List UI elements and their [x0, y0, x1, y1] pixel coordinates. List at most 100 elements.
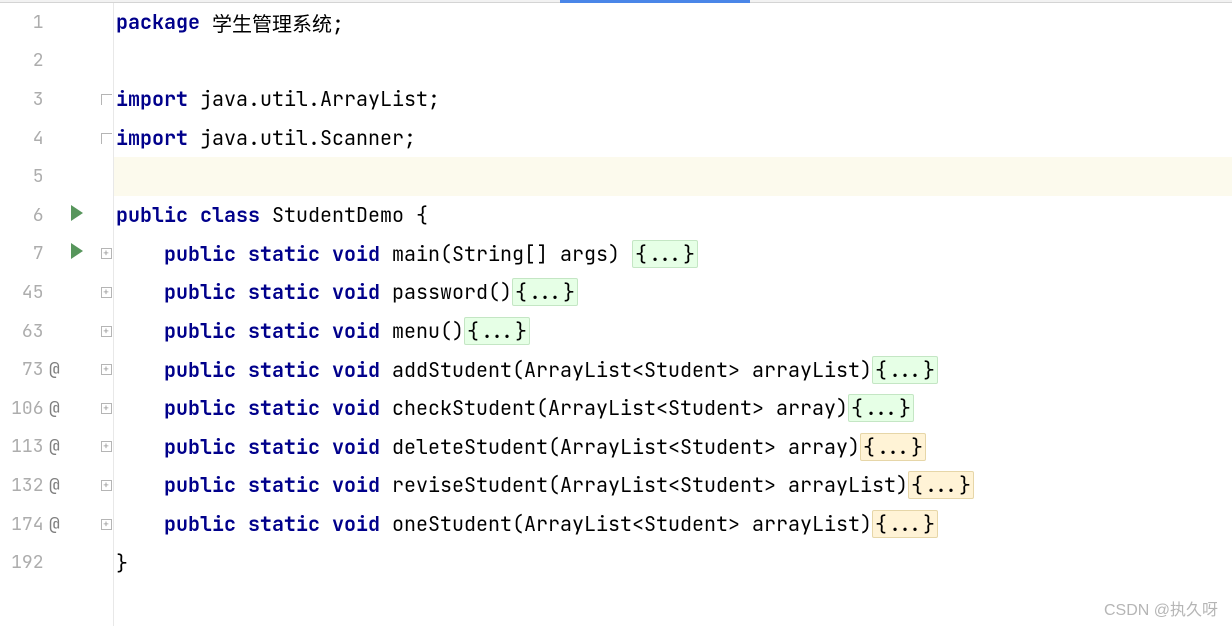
- code-line[interactable]: public static void password(){...}: [114, 273, 1232, 312]
- code-line[interactable]: public static void addStudent(ArrayList<…: [114, 350, 1232, 389]
- line-number: 192: [0, 551, 44, 574]
- code-line[interactable]: public static void oneStudent(ArrayList<…: [114, 505, 1232, 544]
- gutter-row[interactable]: 4: [0, 119, 89, 158]
- folded-region-modified[interactable]: {...}: [908, 471, 974, 499]
- fold-row[interactable]: +: [98, 350, 114, 389]
- line-number: 174: [0, 513, 44, 536]
- code-line[interactable]: public static void checkStudent(ArrayLis…: [114, 389, 1232, 428]
- line-number: 132: [0, 474, 44, 497]
- code-text: oneStudent(ArrayList<Student> arrayList): [392, 511, 872, 537]
- line-number: 113: [0, 435, 44, 458]
- line-number: 73: [0, 358, 44, 381]
- gutter-row[interactable]: 2: [0, 42, 89, 81]
- folded-region[interactable]: {...}: [464, 317, 530, 345]
- code-text: menu(): [392, 318, 464, 344]
- fold-row[interactable]: +: [98, 389, 114, 428]
- code-line[interactable]: [114, 157, 1232, 196]
- keyword: package: [116, 9, 212, 35]
- fold-row[interactable]: +: [98, 505, 114, 544]
- fold-row[interactable]: +: [98, 235, 114, 274]
- gutter-row[interactable]: 6: [0, 196, 89, 235]
- gutter-row[interactable]: 3: [0, 80, 89, 119]
- keyword: public static void: [164, 511, 392, 537]
- expand-icon[interactable]: +: [101, 519, 112, 530]
- collapse-icon[interactable]: [101, 133, 112, 144]
- expand-icon[interactable]: +: [101, 480, 112, 491]
- code-line[interactable]: public class StudentDemo {: [114, 196, 1232, 235]
- folded-region-modified[interactable]: {...}: [872, 510, 938, 538]
- folded-region[interactable]: {...}: [872, 356, 938, 384]
- expand-icon[interactable]: +: [101, 364, 112, 375]
- play-icon: [71, 243, 83, 259]
- code-text: checkStudent(ArrayList<Student> array): [392, 395, 848, 421]
- override-annotation: @: [44, 358, 66, 381]
- code-line[interactable]: public static void main(String[] args) {…: [114, 235, 1232, 274]
- indent: [116, 357, 164, 383]
- run-gutter-icon[interactable]: [65, 204, 89, 227]
- indent: [116, 279, 164, 305]
- code-text: java.util.Scanner;: [200, 125, 416, 151]
- keyword: public class: [116, 202, 272, 228]
- code-line[interactable]: }: [114, 543, 1232, 582]
- gutter-row[interactable]: 63: [0, 312, 89, 351]
- keyword: public static void: [164, 279, 392, 305]
- code-editor[interactable]: package 学生管理系统; import java.util.ArrayLis…: [114, 3, 1232, 626]
- line-number: 106: [0, 397, 44, 420]
- keyword: public static void: [164, 357, 392, 383]
- run-gutter-icon[interactable]: [65, 242, 89, 265]
- collapse-icon[interactable]: [101, 94, 112, 105]
- code-line[interactable]: import java.util.Scanner;: [114, 119, 1232, 158]
- line-number: 1: [0, 11, 44, 34]
- code-text: main(String[] args): [392, 241, 632, 267]
- code-text: java.util.ArrayList;: [200, 86, 440, 112]
- code-text: reviseStudent(ArrayList<Student> arrayLi…: [392, 472, 908, 498]
- code-line[interactable]: public static void reviseStudent(ArrayLi…: [114, 466, 1232, 505]
- line-number: 6: [0, 204, 44, 227]
- code-line[interactable]: package 学生管理系统;: [114, 3, 1232, 42]
- keyword: public static void: [164, 241, 392, 267]
- folded-region[interactable]: {...}: [632, 240, 698, 268]
- fold-row[interactable]: +: [98, 273, 114, 312]
- code-text: 学生管理系统;: [212, 8, 344, 37]
- override-annotation: @: [44, 474, 66, 497]
- line-number: 3: [0, 88, 44, 111]
- gutter-row[interactable]: 132@: [0, 466, 89, 505]
- code-line[interactable]: import java.util.ArrayList;: [114, 80, 1232, 119]
- gutter-row[interactable]: 1: [0, 3, 89, 42]
- line-number: 5: [0, 165, 44, 188]
- folded-region[interactable]: {...}: [848, 394, 914, 422]
- folded-region[interactable]: {...}: [512, 278, 578, 306]
- fold-row[interactable]: +: [98, 428, 114, 467]
- gutter-row[interactable]: 174@: [0, 505, 89, 544]
- expand-icon[interactable]: +: [101, 287, 112, 298]
- expand-icon[interactable]: +: [101, 403, 112, 414]
- fold-row[interactable]: +: [98, 466, 114, 505]
- code-text: StudentDemo {: [272, 202, 428, 228]
- code-line[interactable]: [114, 42, 1232, 81]
- override-annotation: @: [44, 513, 66, 536]
- fold-row: [98, 157, 114, 196]
- gutter-row[interactable]: 106@: [0, 389, 89, 428]
- indent: [116, 241, 164, 267]
- expand-icon[interactable]: +: [101, 441, 112, 452]
- fold-row: [98, 42, 114, 81]
- fold-row[interactable]: [98, 80, 114, 119]
- fold-row[interactable]: +: [98, 312, 114, 351]
- fold-row[interactable]: [98, 119, 114, 158]
- code-line[interactable]: public static void deleteStudent(ArrayLi…: [114, 428, 1232, 467]
- keyword: public static void: [164, 395, 392, 421]
- gutter-row[interactable]: 113@: [0, 428, 89, 467]
- gutter-row[interactable]: 5: [0, 157, 89, 196]
- gutter-row[interactable]: 45: [0, 273, 89, 312]
- indent: [116, 434, 164, 460]
- expand-icon[interactable]: +: [101, 326, 112, 337]
- fold-column[interactable]: + + + + + + + +: [98, 3, 114, 626]
- gutter-row[interactable]: 192: [0, 543, 89, 582]
- code-line[interactable]: public static void menu(){...}: [114, 312, 1232, 351]
- gutter-row[interactable]: 7: [0, 235, 89, 274]
- expand-icon[interactable]: +: [101, 248, 112, 259]
- folded-region-modified[interactable]: {...}: [860, 433, 926, 461]
- gutter-row[interactable]: 73@: [0, 350, 89, 389]
- gutter[interactable]: 1234567456373@106@113@132@174@192: [0, 3, 98, 626]
- indent: [116, 511, 164, 537]
